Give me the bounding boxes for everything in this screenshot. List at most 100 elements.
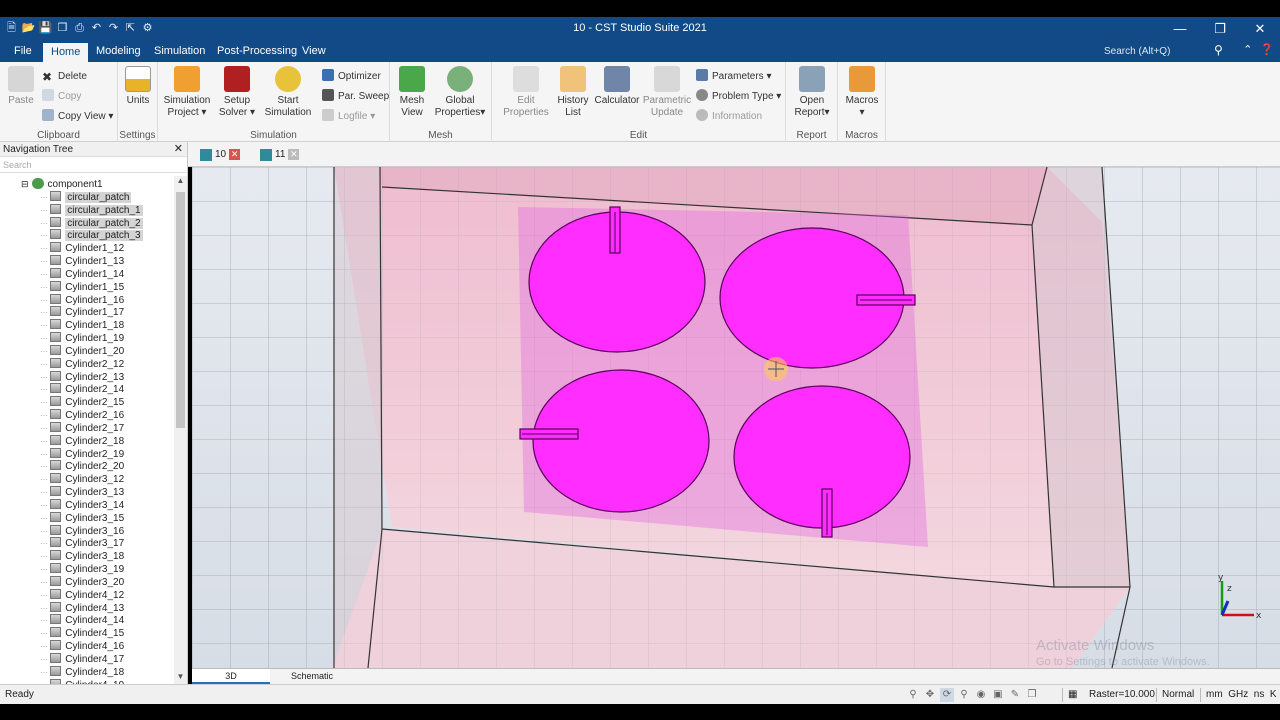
global-properties-button[interactable]: Global Properties▾ [432, 66, 488, 119]
circular-patch-2[interactable] [532, 369, 710, 513]
tree-item[interactable]: ··· Cylinder2_15 [40, 396, 124, 408]
tree-item[interactable]: ··· Cylinder3_13 [40, 486, 124, 498]
frame-icon[interactable]: ▣ [991, 688, 1005, 702]
mesh-view-button[interactable]: Mesh View [385, 66, 439, 119]
raster-value[interactable]: Raster=10.000 [1089, 689, 1155, 700]
tree-item[interactable]: ··· Cylinder1_17 [40, 306, 124, 318]
tree-item[interactable]: ··· Cylinder4_15 [40, 627, 124, 639]
close-tab-icon[interactable]: ✕ [229, 149, 241, 160]
tree-item[interactable]: ··· Cylinder3_14 [40, 498, 124, 511]
tree-item[interactable]: ··· Cylinder1_20 [40, 344, 124, 357]
close-tab-icon[interactable]: ✕ [288, 149, 300, 160]
scroll-down-icon[interactable]: ▼ [174, 672, 187, 684]
units-button[interactable]: Units [111, 66, 165, 107]
tree-item[interactable]: ··· Cylinder3_15 [40, 511, 124, 524]
logfile-button[interactable]: Logfile ▾ [322, 109, 375, 125]
view-mode[interactable]: Normal [1162, 689, 1194, 700]
tree-item[interactable]: ··· Cylinder2_20 [40, 460, 124, 472]
copy-view-button[interactable]: Copy View ▾ [42, 109, 113, 125]
parameters-button[interactable]: Parameters ▾ [696, 69, 772, 85]
doc-tab-11[interactable]: 11 ✕ [260, 146, 300, 163]
tree-item[interactable]: ··· Cylinder3_19 [40, 563, 124, 575]
tree-item[interactable]: ··· Cylinder4_14 [40, 614, 124, 626]
menu-file[interactable]: File [6, 41, 40, 62]
search-input[interactable]: Search (Alt+Q) [1104, 44, 1232, 60]
tab-3d[interactable]: 3D [192, 669, 270, 684]
grid-icon[interactable]: ▦ [1068, 689, 1077, 700]
tree-item[interactable]: ··· Cylinder3_20 [40, 575, 124, 588]
restore-icon[interactable]: ❐ [1200, 17, 1240, 41]
problem-type-button[interactable]: Problem Type ▾ [696, 89, 781, 105]
tree-item[interactable]: ··· Cylinder1_12 [40, 242, 124, 254]
setup-solver-button[interactable]: Setup Solver ▾ [210, 66, 264, 119]
zoom-fit-icon[interactable]: ⚲ [957, 688, 971, 702]
menu-view[interactable]: View [294, 41, 334, 62]
tree-item[interactable]: ··· Cylinder2_18 [40, 434, 124, 447]
menu-simulation[interactable]: Simulation [146, 41, 213, 62]
tree-item[interactable]: ··· Cylinder1_19 [40, 332, 124, 344]
parametric-update-button[interactable]: Parametric Update [640, 66, 694, 119]
minimize-icon[interactable]: — [1160, 17, 1200, 41]
tree-item[interactable]: ··· circular_patch_3 [40, 229, 143, 242]
cube-view-icon[interactable]: ❐ [1025, 688, 1039, 702]
tree-search-input[interactable]: Search [0, 157, 187, 173]
menu-modeling[interactable]: Modeling [88, 41, 149, 62]
simulation-project-button[interactable]: Simulation Project ▾ [160, 66, 214, 119]
tree-item[interactable]: ··· Cylinder1_14 [40, 267, 124, 280]
view-reset-icon[interactable]: ◉ [974, 688, 988, 702]
tree-root-component1[interactable]: ⊟ component1 [21, 178, 103, 190]
menu-home[interactable]: Home [43, 41, 89, 62]
tree-item[interactable]: ··· Cylinder4_12 [40, 588, 124, 601]
macros-button[interactable]: Macros ▾ [835, 66, 889, 119]
tree-item[interactable]: ··· circular_patch_1 [40, 203, 143, 216]
paste-button[interactable]: Paste [0, 66, 46, 107]
optimizer-button[interactable]: Optimizer [322, 69, 381, 85]
tree-item[interactable]: ··· Cylinder3_18 [40, 550, 124, 562]
tree-item[interactable]: ··· Cylinder3_17 [40, 537, 124, 549]
tree-item[interactable]: ··· Cylinder2_19 [40, 447, 124, 460]
tree-item[interactable]: ··· circular_patch [40, 191, 132, 203]
tree-item[interactable]: ··· Cylinder3_12 [40, 473, 124, 485]
edit-icon[interactable]: ✎ [1008, 688, 1022, 702]
calculator-button[interactable]: Calculator [590, 66, 644, 107]
tree-item[interactable]: ··· Cylinder2_16 [40, 409, 124, 421]
close-panel-icon[interactable]: ✕ [174, 142, 183, 157]
tree-item[interactable]: ··· Cylinder3_16 [40, 524, 124, 537]
tree-item[interactable]: ··· Cylinder1_13 [40, 255, 124, 267]
tree-scrollbar[interactable]: ▲ ▼ [174, 176, 187, 684]
menu-post-processing[interactable]: Post-Processing [209, 41, 305, 62]
par-sweep-button[interactable]: Par. Sweep [322, 89, 389, 105]
tree-item[interactable]: ··· Cylinder1_18 [40, 319, 124, 331]
tree-item[interactable]: ··· Cylinder4_13 [40, 601, 124, 614]
tree-item[interactable]: ··· Cylinder2_13 [40, 370, 124, 383]
tree-item[interactable]: ··· Cylinder4_17 [40, 652, 124, 665]
pan-icon[interactable]: ✥ [923, 688, 937, 702]
collapse-icon[interactable]: ⊟ [21, 179, 29, 189]
edit-properties-button[interactable]: Edit Properties [499, 66, 553, 119]
tab-schematic[interactable]: Schematic [272, 669, 352, 684]
3d-viewport[interactable]: y z x Activate Windows Go to Settings to… [192, 167, 1280, 668]
tree-item[interactable]: ··· circular_patch_2 [40, 216, 143, 229]
copy-button[interactable]: Copy [42, 89, 81, 105]
tree-item[interactable]: ··· Cylinder1_15 [40, 280, 124, 293]
delete-button[interactable]: ✖ Delete [42, 69, 87, 85]
tree-item[interactable]: ··· Cylinder2_12 [40, 357, 124, 370]
doc-tab-10[interactable]: 10 ✕ [200, 146, 241, 163]
tree-item[interactable]: ··· Cylinder4_16 [40, 640, 124, 652]
help-icon[interactable]: ❓ [1260, 43, 1274, 56]
model-canvas[interactable]: y z x [192, 167, 1280, 668]
zoom-icon[interactable]: ⚲ [906, 688, 920, 702]
scroll-up-icon[interactable]: ▲ [174, 176, 187, 188]
search-icon[interactable]: ⚲ [1214, 43, 1223, 57]
scrollbar-thumb[interactable] [176, 192, 185, 428]
rotate-icon[interactable]: ⟳ [940, 688, 954, 702]
tree-item[interactable]: ··· Cylinder2_14 [40, 383, 124, 395]
open-report-button[interactable]: Open Report▾ [785, 66, 839, 119]
close-icon[interactable]: ✕ [1240, 17, 1280, 41]
tree-item[interactable]: ··· Cylinder4_18 [40, 665, 124, 678]
tree-item[interactable]: ··· Cylinder1_16 [40, 293, 124, 306]
information-button[interactable]: Information [696, 109, 762, 125]
tree-item[interactable]: ··· Cylinder2_17 [40, 421, 124, 434]
start-simulation-button[interactable]: Start Simulation [261, 66, 315, 119]
minimize-ribbon-icon[interactable]: ⌃ [1243, 43, 1252, 56]
